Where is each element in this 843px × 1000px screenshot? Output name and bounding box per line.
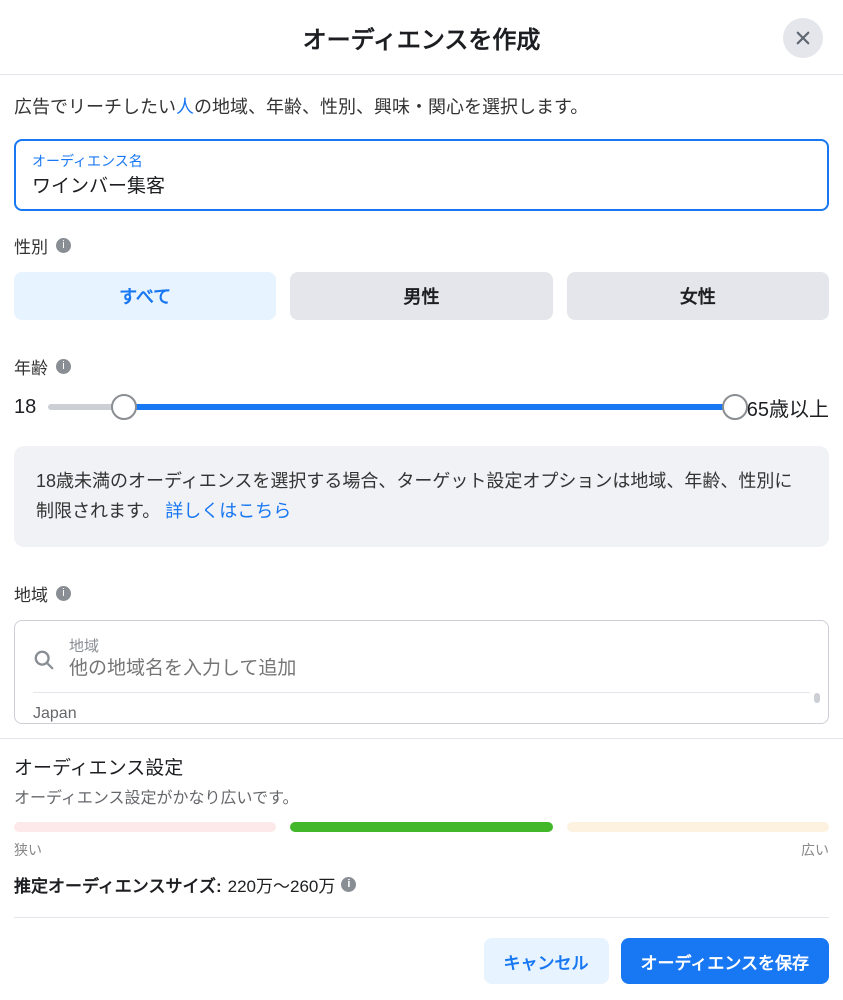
slider-fill [124, 404, 735, 410]
gender-female-button[interactable]: 女性 [567, 272, 829, 320]
dialog-header: オーディエンスを作成 [0, 0, 843, 75]
audience-name-label: オーディエンス名 [32, 151, 811, 171]
age-notice: 18歳未満のオーディエンスを選択する場合、ターゲット設定オプションは地域、年齢、… [14, 446, 829, 547]
gender-male-button[interactable]: 男性 [290, 272, 552, 320]
search-icon [33, 649, 55, 671]
notice-link[interactable]: 詳しくはこちら [165, 501, 291, 521]
age-max-value: 65歳以上 [747, 393, 829, 422]
info-icon[interactable]: i [341, 877, 356, 892]
age-slider-row: 18 65歳以上 [14, 393, 829, 422]
save-button[interactable]: オーディエンスを保存 [621, 938, 829, 984]
audience-size-value: 220万〜260万 [228, 872, 336, 897]
age-label: 年齢 i [14, 354, 829, 379]
region-item[interactable]: Japan [33, 705, 77, 722]
region-label: 地域 i [14, 581, 829, 606]
age-min-value: 18 [14, 396, 36, 419]
meter-label-narrow: 狭い [14, 840, 42, 860]
intro-text: 広告でリーチしたい人の地域、年齢、性別、興味・関心を選択します。 [14, 93, 829, 119]
meter-segment-narrow [14, 822, 276, 832]
age-slider[interactable] [48, 395, 735, 419]
audience-status-text: オーディエンス設定がかなり広いです。 [14, 784, 829, 808]
close-icon [794, 29, 812, 47]
dialog-footer: オーディエンス設定 オーディエンス設定がかなり広いです。 狭い 広い 推定オーデ… [0, 738, 843, 1000]
gender-label: 性別 i [14, 233, 829, 258]
audience-name-input[interactable] [32, 173, 811, 195]
region-field-label: 地域 [69, 635, 810, 656]
cancel-button[interactable]: キャンセル [484, 938, 609, 984]
info-icon[interactable]: i [56, 586, 71, 601]
audience-meter [14, 822, 829, 832]
dialog-actions: キャンセル オーディエンスを保存 [14, 938, 829, 984]
region-search-inner: 地域 [69, 635, 810, 680]
audience-name-field[interactable]: オーディエンス名 [14, 139, 829, 211]
slider-thumb-min[interactable] [111, 394, 137, 420]
notice-text: 18歳未満のオーディエンスを選択する場合、ターゲット設定オプションは地域、年齢、… [36, 471, 792, 522]
audience-settings-title: オーディエンス設定 [14, 753, 829, 780]
close-button[interactable] [783, 18, 823, 58]
intro-suffix: の地域、年齢、性別、興味・関心を選択します。 [194, 97, 588, 117]
region-box: 地域 Japan [14, 620, 829, 724]
region-list: Japan [33, 693, 810, 723]
meter-segment-good [290, 822, 552, 832]
gender-all-button[interactable]: すべて [14, 272, 276, 320]
dialog-content: 広告でリーチしたい人の地域、年齢、性別、興味・関心を選択します。 オーディエンス… [0, 75, 843, 724]
slider-thumb-max[interactable] [722, 394, 748, 420]
region-label-text: 地域 [14, 581, 48, 606]
gender-group: すべて 男性 女性 [14, 272, 829, 320]
meter-label-broad: 広い [801, 840, 829, 860]
scrollbar[interactable] [814, 693, 820, 703]
info-icon[interactable]: i [56, 359, 71, 374]
region-search[interactable]: 地域 [33, 635, 810, 693]
intro-prefix: 広告でリーチしたい [14, 97, 176, 117]
dialog-title: オーディエンスを作成 [303, 20, 541, 55]
meter-labels: 狭い 広い [14, 840, 829, 860]
intro-highlight: 人 [176, 97, 194, 117]
gender-label-text: 性別 [14, 233, 48, 258]
audience-size: 推定オーディエンスサイズ: 220万〜260万 i [14, 872, 829, 918]
age-label-text: 年齢 [14, 354, 48, 379]
info-icon[interactable]: i [56, 238, 71, 253]
audience-size-label: 推定オーディエンスサイズ: [14, 872, 222, 897]
meter-segment-broad [567, 822, 829, 832]
region-input[interactable] [69, 658, 810, 680]
